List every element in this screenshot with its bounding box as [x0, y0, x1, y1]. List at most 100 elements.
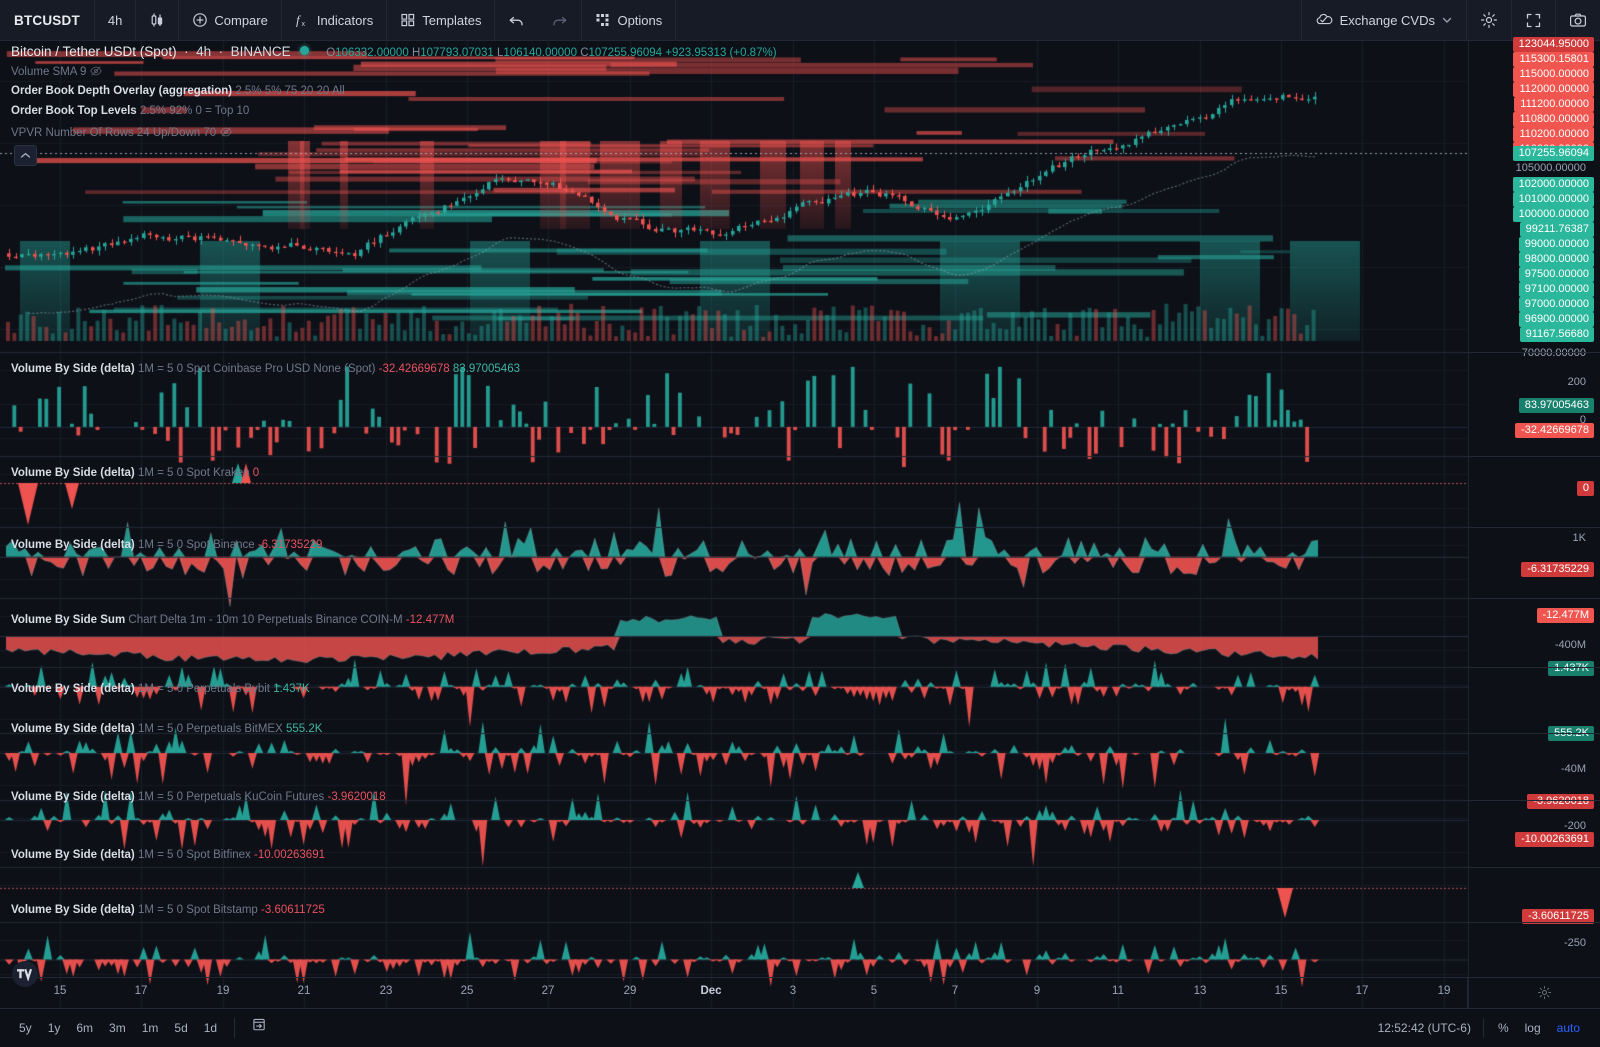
main-series-legend[interactable]: Bitcoin / Tether USDt (Spot) · 4h · BINA… [11, 44, 777, 59]
pane-legend-cvd-sum-binance-coinm[interactable]: Volume By Side Sum Chart Delta 1m - 10m … [11, 614, 454, 627]
pane-title: Volume By Side Sum [11, 614, 126, 626]
time-axis-tick: 19 [216, 985, 230, 997]
interval-button[interactable]: 4h [95, 0, 137, 41]
undo-button[interactable] [495, 0, 538, 41]
symbol-button[interactable]: BTCUSDT [0, 0, 95, 41]
price-label-resistance: 115300.15801 [1513, 52, 1594, 67]
indicator-legend-0[interactable]: Volume SMA 9 [11, 65, 103, 81]
options-button[interactable]: Options [582, 0, 677, 41]
time-axis-tick: 23 [379, 985, 393, 997]
ohlc-h-value: 107793.07031 [420, 47, 494, 59]
pane-collapse-button[interactable] [14, 145, 37, 166]
pane-params: 1M = 5 0 Spot Kraken [137, 467, 250, 479]
percent-scale-toggle[interactable]: % [1490, 1017, 1517, 1039]
pane-value-negative: -10.00263691 [254, 849, 325, 861]
time-axis-settings-button[interactable] [1537, 985, 1552, 1005]
pane-value-negative: -3.9620018 [327, 791, 386, 803]
tradingview-logo-icon [16, 968, 34, 981]
time-axis[interactable]: 15 17 19 21 23 25 27 29 Dec 3 5 7 9 11 13 15 17 19 [0, 977, 1600, 1008]
market-status-dot [300, 46, 310, 55]
bottom-right-group: 12:52:42 (UTC-6) % log auto [1378, 1017, 1600, 1039]
time-axis-tick: 11 [1112, 985, 1124, 997]
range-button-3m[interactable]: 3m [102, 1017, 133, 1039]
chart-surface[interactable]: 123044.95000 115300.15801 115000.00000 1120… [0, 37, 1600, 1047]
pane-legend-cvd-kraken[interactable]: Volume By Side (delta) 1M = 5 0 Spot Kra… [11, 467, 259, 480]
chevron-up-icon [20, 151, 31, 160]
pane-scale-label: 200 [1567, 376, 1586, 388]
pane-title: Volume By Side (delta) [11, 723, 135, 735]
ohlc-o-key: O [326, 47, 336, 59]
indicator-legend-1[interactable]: Order Book Depth Overlay (aggregation) 2… [11, 85, 345, 98]
time-axis-tick: 5 [870, 985, 878, 997]
layout-name-label: Exchange CVDs [1339, 12, 1435, 28]
options-blocks-icon [595, 12, 611, 28]
pane-legend-cvd-bitfinex[interactable]: Volume By Side (delta) 1M = 5 0 Spot Bit… [11, 849, 325, 862]
current-price-label: 107255.96094 [1512, 146, 1594, 161]
indicator-title: Order Book Depth Overlay (aggregation) [11, 85, 233, 97]
ohlc-change-pct: (+0.87%) [729, 47, 777, 59]
time-axis-tick: 7 [951, 985, 959, 997]
indicators-button[interactable]: f x Indicators [282, 0, 388, 41]
indicator-legend-3[interactable]: VPVR Number Of Rows 24 Up/Down 70 [11, 126, 232, 142]
pane-params: 1M = 5 0 Perpetuals KuCoin Futures [137, 791, 325, 803]
pane-value-positive: 1.437K [273, 683, 310, 695]
pane-title: Volume By Side (delta) [11, 683, 135, 695]
pane-title: Volume By Side (delta) [11, 363, 135, 375]
price-label-support: 98000.00000 [1518, 252, 1594, 267]
templates-grid-icon [400, 12, 416, 28]
templates-label: Templates [422, 12, 482, 28]
redo-icon [551, 12, 568, 28]
time-axis-tick: Dec [700, 985, 722, 997]
options-label: Options [617, 12, 663, 28]
goto-date-button[interactable] [245, 1017, 274, 1039]
price-label-support: 91167.56680 [1519, 327, 1594, 342]
price-label-resistance: 110800.00000 [1513, 112, 1594, 127]
cloud-check-icon [1315, 12, 1334, 28]
pane-scale-label: -250 [1563, 937, 1586, 949]
range-button-5y[interactable]: 5y [12, 1017, 39, 1039]
ohlc-o-value: 106332.00000 [335, 47, 409, 59]
chart-style-button[interactable] [136, 0, 180, 41]
time-axis-tick: 29 [623, 985, 637, 997]
time-axis-tick: 17 [134, 985, 148, 997]
price-scale[interactable]: 123044.95000 115300.15801 115000.00000 1120… [1468, 37, 1600, 1047]
log-scale-toggle[interactable]: log [1517, 1017, 1549, 1039]
redo-button[interactable] [538, 0, 583, 41]
pane-legend-cvd-binance[interactable]: Volume By Side (delta) 1M = 5 0 Spot Bin… [11, 539, 322, 552]
undo-icon [508, 12, 525, 28]
range-button-5d[interactable]: 5d [167, 1017, 194, 1039]
auto-scale-toggle[interactable]: auto [1549, 1017, 1588, 1039]
range-button-1y[interactable]: 1y [41, 1017, 68, 1039]
eye-off-icon[interactable] [90, 65, 103, 81]
indicators-label: Indicators [316, 12, 374, 28]
chart-settings-button[interactable] [1466, 0, 1511, 41]
time-axis-tick: 21 [297, 985, 311, 997]
compare-button[interactable]: Compare [179, 0, 282, 41]
range-button-6m[interactable]: 6m [69, 1017, 100, 1039]
pane-legend-cvd-kucoin[interactable]: Volume By Side (delta) 1M = 5 0 Perpetua… [11, 791, 386, 804]
pane-legend-cvd-coinbase[interactable]: Volume By Side (delta) 1M = 5 0 Spot Coi… [11, 363, 520, 376]
scale-separator [1468, 800, 1600, 801]
time-axis-tick: 25 [460, 985, 474, 997]
tradingview-logo[interactable] [12, 961, 38, 987]
range-button-1m[interactable]: 1m [135, 1017, 166, 1039]
layout-select-button[interactable]: Exchange CVDs [1300, 0, 1466, 41]
pane-legend-cvd-bitmex[interactable]: Volume By Side (delta) 1M = 5 0 Perpetua… [11, 723, 322, 736]
eye-off-icon[interactable] [220, 126, 232, 142]
pane-legend-cvd-bitstamp[interactable]: Volume By Side (delta) 1M = 5 0 Spot Bit… [11, 904, 325, 917]
fullscreen-button[interactable] [1511, 0, 1555, 41]
pane-legend-cvd-bybit[interactable]: Volume By Side (delta) 1M = 5 0 Perpetua… [11, 683, 310, 696]
pane-scale-label: -3.9620018 [1527, 794, 1594, 809]
pane-scale-label: 1.437K [1548, 661, 1594, 676]
indicator-legend-2[interactable]: Order Book Top Levels 2.5% 92% 0 = Top 1… [11, 105, 249, 118]
range-button-1d[interactable]: 1d [197, 1017, 224, 1039]
snapshot-button[interactable] [1555, 0, 1600, 41]
price-label-resistance: 112000.00000 [1513, 82, 1594, 97]
scale-separator [1468, 667, 1600, 668]
ohlc-h-key: H [411, 47, 421, 59]
pane-value-negative: -6.31735229 [257, 539, 323, 551]
scale-separator [1468, 733, 1600, 734]
templates-button[interactable]: Templates [387, 0, 496, 41]
pane-params: 1M = 5 0 Perpetuals Bybit [137, 683, 270, 695]
